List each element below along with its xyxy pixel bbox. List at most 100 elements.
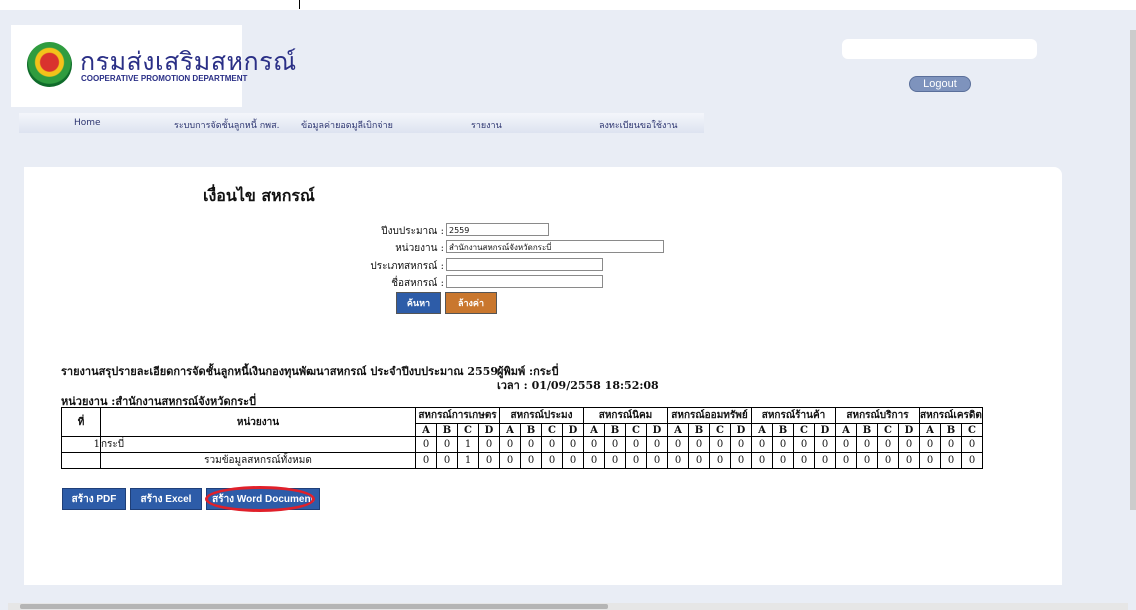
table-cell: 0 (542, 453, 562, 468)
group-header: สหกรณ์ร้านค้า (752, 408, 835, 423)
table-cell: 0 (794, 453, 814, 468)
sub-header: B (941, 424, 961, 436)
coop-name-label: ชื่อสหกรณ์ : (391, 278, 444, 289)
row-unit-name: รวมข้อมูลสหกรณ์ทั้งหมด (101, 453, 415, 468)
sub-header: B (605, 424, 625, 436)
col-no-header: ที่ (62, 408, 100, 436)
table-cell: 0 (836, 437, 856, 452)
table-cell: 0 (773, 437, 793, 452)
logout-button[interactable]: Logout (909, 76, 971, 92)
sub-header: D (563, 424, 583, 436)
sub-header: D (815, 424, 835, 436)
group-header: สหกรณ์ออมทรัพย์ (668, 408, 751, 423)
table-cell: 0 (437, 453, 457, 468)
table-row: 1 กระบี่ 0 0 1 0 0 0 0 0 0 0 0 0 0 0 0 0 0 0 0 0 0 0 0 0 0 0 0 (62, 437, 982, 452)
sub-header: C (794, 424, 814, 436)
sub-header: A (416, 424, 436, 436)
group-header: สหกรณ์ประมง (500, 408, 583, 423)
table-cell: 1 (458, 453, 478, 468)
table-cell: 0 (878, 453, 898, 468)
table-cell: 0 (794, 437, 814, 452)
coop-type-input[interactable] (446, 258, 603, 271)
group-header: สหกรณ์เครดิตยูเ (920, 408, 982, 423)
text-cursor (299, 0, 300, 9)
table-cell: 0 (962, 453, 982, 468)
nav-item-disbursement-data[interactable]: ข้อมูลค่ายอดมูลีเบิกจ่าย (301, 118, 393, 132)
table-cell: 0 (899, 437, 919, 452)
sub-header: D (647, 424, 667, 436)
table-cell: 0 (941, 437, 961, 452)
vertical-scrollbar[interactable] (1130, 30, 1136, 510)
table-cell: 0 (521, 437, 541, 452)
search-button[interactable]: ค้นหา (396, 292, 441, 314)
table-cell: 0 (626, 437, 646, 452)
coop-type-label: ประเภทสหกรณ์ : (370, 261, 444, 272)
row-no (62, 453, 100, 468)
table-cell: 0 (626, 453, 646, 468)
table-cell: 0 (647, 453, 667, 468)
sub-header: B (689, 424, 709, 436)
table-cell: 0 (668, 453, 688, 468)
sub-header: D (479, 424, 499, 436)
table-cell: 0 (815, 437, 835, 452)
nav-item-home[interactable]: Home (74, 118, 101, 128)
user-info-box (842, 39, 1037, 59)
create-excel-button[interactable]: สร้าง Excel (130, 488, 202, 510)
table-cell: 0 (584, 437, 604, 452)
table-cell: 0 (437, 437, 457, 452)
table-cell: 0 (500, 453, 520, 468)
sub-header: A (752, 424, 772, 436)
table-cell: 0 (563, 453, 583, 468)
row-no: 1 (62, 437, 100, 452)
table-cell: 0 (815, 453, 835, 468)
logo-english-text: COOPERATIVE PROMOTION DEPARTMENT (81, 74, 248, 83)
create-pdf-button[interactable]: สร้าง PDF (62, 488, 126, 510)
row-unit-name: กระบี่ (101, 437, 415, 452)
agency-input[interactable]: สำนักงานสหกรณ์จังหวัดกระบี่ (446, 240, 664, 253)
main-nav: Home ระบบการจัดชั้นลูกหนี้ กพส. ข้อมูลค่… (19, 113, 704, 133)
table-cell: 0 (710, 453, 730, 468)
table-cell: 0 (647, 437, 667, 452)
fiscal-year-label: ปีงบประมาณ : (381, 226, 444, 237)
table-cell: 0 (689, 453, 709, 468)
table-cell: 0 (836, 453, 856, 468)
sub-header: C (962, 424, 982, 436)
create-word-button[interactable]: สร้าง Word Document (206, 488, 320, 510)
table-cell: 0 (689, 437, 709, 452)
fiscal-year-input[interactable]: 2559 (446, 223, 549, 236)
horizontal-scrollbar-thumb[interactable] (20, 604, 608, 609)
sub-header: A (500, 424, 520, 436)
agency-label: หน่วยงาน : (395, 243, 444, 254)
table-cell: 0 (710, 437, 730, 452)
table-cell: 1 (458, 437, 478, 452)
nav-item-debtor-classification[interactable]: ระบบการจัดชั้นลูกหนี้ กพส. (174, 118, 279, 132)
sub-header: B (773, 424, 793, 436)
table-cell: 0 (479, 437, 499, 452)
sub-header: C (878, 424, 898, 436)
table-cell: 0 (773, 453, 793, 468)
table-cell: 0 (584, 453, 604, 468)
table-cell: 0 (542, 437, 562, 452)
table-cell: 0 (752, 453, 772, 468)
sub-header: B (437, 424, 457, 436)
report-table: ที่ หน่วยงาน สหกรณ์การเกษตร สหกรณ์ประมง สหกร… (61, 407, 983, 469)
group-header: สหกรณ์การเกษตร (416, 408, 499, 423)
table-cell: 0 (521, 453, 541, 468)
coop-name-input[interactable] (446, 275, 603, 288)
report-time: เวลา : 01/09/2558 18:52:08 (497, 379, 659, 392)
table-cell: 0 (920, 437, 940, 452)
table-cell: 0 (563, 437, 583, 452)
table-cell: 0 (899, 453, 919, 468)
clear-button[interactable]: ล้างค่า (445, 292, 497, 314)
sub-header: A (668, 424, 688, 436)
table-cell: 0 (752, 437, 772, 452)
sub-header: B (857, 424, 877, 436)
nav-item-register[interactable]: ลงทะเบียนขอใช้งาน (599, 118, 678, 132)
table-cell: 0 (941, 453, 961, 468)
nav-item-reports[interactable]: รายงาน (471, 118, 502, 132)
sub-header: D (731, 424, 751, 436)
table-cell: 0 (668, 437, 688, 452)
col-unit-header: หน่วยงาน (101, 408, 415, 436)
table-cell: 0 (857, 453, 877, 468)
sub-header: D (899, 424, 919, 436)
